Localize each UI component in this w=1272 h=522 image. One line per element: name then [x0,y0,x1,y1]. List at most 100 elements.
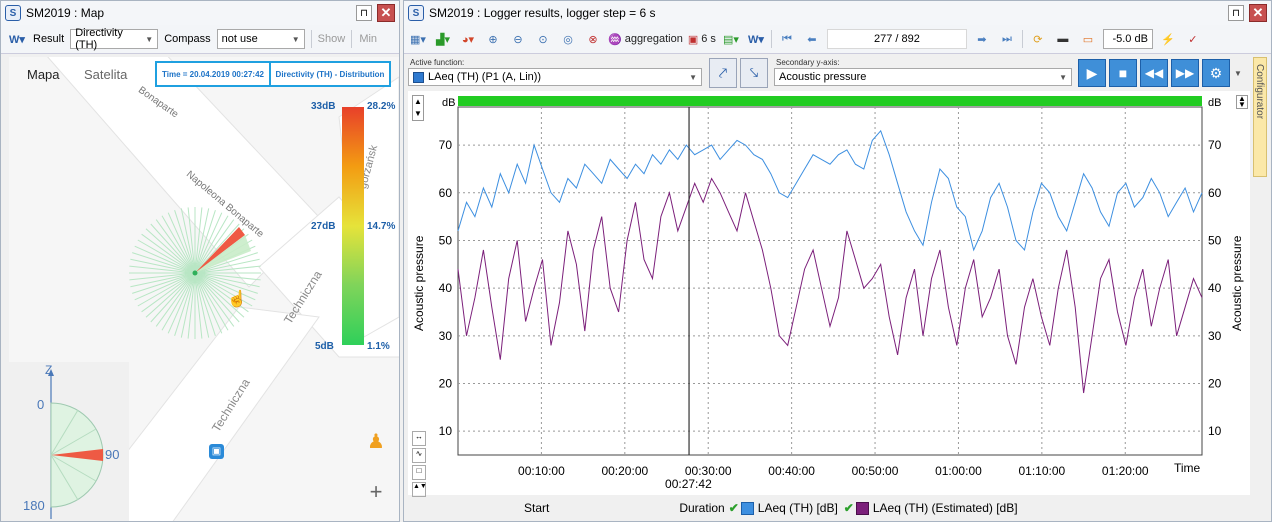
bus-stop-icon[interactable]: ▣ [209,444,224,459]
y-tick-label: 70 [1208,138,1222,152]
fast-forward-button[interactable]: ▶▶ [1171,59,1199,87]
x-tick-label: 01:10:00 [1018,464,1065,478]
aggregation-button[interactable]: ♒ aggregation [608,29,683,49]
chevron-down-icon[interactable]: ▼ [1234,69,1242,78]
street-view-icon[interactable]: ♟ [367,429,385,455]
logger-window-titlebar[interactable]: S SM2019 : Logger results, logger step =… [404,1,1271,25]
pin-icon[interactable]: ⊓ [1228,5,1244,21]
settings-panel-icon[interactable]: ▬ [1053,29,1073,49]
db-offset-field[interactable]: -5.0 dB [1102,29,1153,49]
y-tick-label: 20 [439,376,453,390]
chevron-down-icon: ▼ [291,34,300,44]
scale-bot-db: 5dB [315,341,334,352]
scale-top-db: 33dB [311,101,336,112]
close-button[interactable]: ✕ [377,4,395,22]
go-next-icon[interactable]: ➡ [972,29,992,49]
mouse-cursor-icon: ☝ [227,291,247,308]
zoom-marker-icon[interactable]: ⊗ [583,29,603,49]
refresh-icon[interactable]: ⟳ [1028,29,1048,49]
y-tick-label: 50 [1208,233,1222,247]
playback-settings-button[interactable]: ⚙ [1202,59,1230,87]
close-button[interactable]: ✕ [1249,4,1267,22]
toolbar-divider [1021,30,1023,48]
spectrum-icon[interactable]: ⚡ [1158,29,1178,49]
pin-icon[interactable]: ⊓ [356,5,372,21]
checkmark-icon[interactable]: ✔ [729,501,739,515]
wave-icon[interactable]: ∿ [412,448,426,463]
y-tick-label: 50 [439,233,453,247]
compass-label-180: 180 [23,498,45,513]
function-bar: Active function: LAeq (TH) (P1 (A, Lin))… [408,57,1250,91]
status-bar-top [458,96,1202,106]
y-tick-label: 30 [439,329,453,343]
chart-view-icon[interactable]: ▟▾ [433,29,453,49]
stop-button[interactable]: ■ [1109,59,1137,87]
scale-top-pct: 28.2% [367,101,396,112]
word-export-icon[interactable]: W▾ [746,29,766,49]
checkmark-icon[interactable]: ✔ [844,501,854,515]
play-button[interactable]: ▶ [1078,59,1106,87]
map-tab-mapa[interactable]: Mapa [27,67,60,82]
chevron-down-icon: ▼ [689,72,697,82]
color-palette-icon[interactable]: ◕▾ [458,29,478,49]
compass-select-value: not use [221,33,258,45]
primary-axis-button[interactable]: ⤤ [709,58,737,88]
map-window-title: SM2019 : Map [26,6,105,20]
secondary-axis-button[interactable]: ⤥ [740,58,768,88]
step-icon: ▣ [687,33,699,46]
show-button[interactable]: Show [318,29,346,49]
result-select[interactable]: Directivity (TH) ▼ [70,27,159,51]
table-view-icon[interactable]: ▦▾ [408,29,428,49]
x-tick-label: 00:10:00 [518,464,565,478]
min-button[interactable]: Min [358,29,378,49]
secondary-axis-select[interactable]: Acoustic pressure ▼ [774,68,1072,86]
toolbar-divider [310,30,312,48]
zoom-reset-icon[interactable]: ◎ [558,29,578,49]
expand-horizontal-icon[interactable]: ↔ [412,431,426,446]
secondary-axis-value: Acoustic pressure [779,71,867,83]
legend-start: Start [524,501,550,515]
logger-step-button[interactable]: ▣ 6 s [688,29,716,49]
result-label: Result [33,33,65,45]
map-tab-satelita[interactable]: Satelita [84,67,127,82]
compass-label-90: 90 [105,447,120,462]
legend-bar: Start Duration ✔ LAeq (TH) [dB] ✔ LAeq (… [408,497,1250,519]
configurator-tab[interactable]: Configurator [1253,57,1267,177]
x-tick-label: 01:00:00 [935,464,982,478]
compass-select[interactable]: not use ▼ [216,29,305,49]
y-tick-label: 40 [439,281,453,295]
layout-icon[interactable]: ▭ [1078,29,1098,49]
rewind-button[interactable]: ◀◀ [1140,59,1168,87]
aggregation-label: aggregation [624,33,683,45]
zoom-in-button[interactable]: + [365,481,387,503]
step-label: 6 s [701,33,716,45]
zoom-fit-icon[interactable]: ⊙ [533,29,553,49]
legend-series-laeq-estimated: LAeq (TH) (Estimated) [dB] [872,501,1018,515]
analysis-icon[interactable]: ✓ [1183,29,1203,49]
word-export-icon[interactable]: W▾ [7,29,27,49]
directivity-ray [167,212,196,274]
legend-swatch-laeq [740,501,754,515]
go-previous-icon[interactable]: ⬅ [802,29,822,49]
zoom-in-icon[interactable]: ⊕ [483,29,503,49]
logger-toolbar: ▦▾ ▟▾ ◕▾ ⊕ ⊖ ⊙ ◎ ⊗ ♒ aggregation ▣ 6 s ▤… [404,25,1271,54]
scale-mid-db: 27dB [311,221,336,232]
export-icon[interactable]: ▤▾ [721,29,741,49]
directivity-ray [167,272,196,334]
color-scale-bar [342,107,364,345]
time-info: Time = 20.04.2019 00:27:42 [157,63,271,85]
active-function-select[interactable]: LAeq (TH) (P1 (A, Lin)) ▼ [408,68,702,86]
go-last-icon[interactable]: ⏭ [997,29,1017,49]
map-view[interactable]: Mapa Satelita Time = 20.04.2019 00:27:42… [9,57,399,521]
logger-chart[interactable]: 10 10 20 20 30 30 40 40 50 50 60 60 70 70 00:10:00 00:… [408,91,1250,495]
scroll-up-down-icon[interactable]: ▲▼ [412,482,427,497]
zoom-out-icon[interactable]: ⊖ [508,29,528,49]
go-first-icon[interactable]: ⏮ [777,29,797,49]
map-window-titlebar[interactable]: S SM2019 : Map ⊓ ✕ [1,1,399,25]
frame-icon[interactable]: □ [412,465,426,480]
x-tick-label: 01:20:00 [1102,464,1149,478]
legend-swatch-laeq-estimated [855,501,869,515]
map-window: S SM2019 : Map ⊓ ✕ W▾ Result Directivity… [0,0,400,522]
y-tick-label: 20 [1208,376,1222,390]
position-field[interactable]: 277 / 892 [826,29,967,49]
